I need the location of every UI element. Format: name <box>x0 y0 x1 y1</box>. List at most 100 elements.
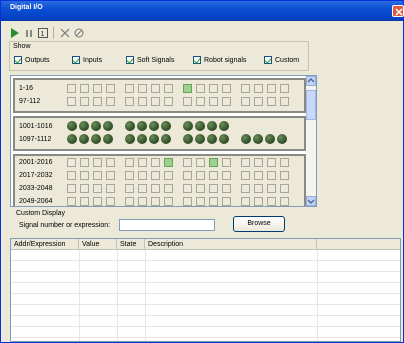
checkmark-icon[interactable] <box>72 56 80 64</box>
signal-cell[interactable] <box>164 84 173 93</box>
robot-signal-led[interactable] <box>149 121 159 131</box>
signal-cell[interactable] <box>183 84 192 93</box>
signal-cell[interactable] <box>80 197 89 206</box>
signal-cell[interactable] <box>138 184 147 193</box>
vertical-scrollbar[interactable] <box>306 76 316 206</box>
signal-cell[interactable] <box>125 97 134 106</box>
signal-cell[interactable] <box>106 158 115 167</box>
checkbox-soft-signals[interactable]: Soft Signals <box>126 56 174 66</box>
signal-cell[interactable] <box>106 184 115 193</box>
robot-signal-led[interactable] <box>91 121 101 131</box>
robot-signal-led[interactable] <box>241 134 251 144</box>
robot-signal-led[interactable] <box>79 121 89 131</box>
signal-cell[interactable] <box>138 84 147 93</box>
robot-signal-led[interactable] <box>103 134 113 144</box>
scroll-down-button[interactable] <box>306 196 316 206</box>
column-header-addr[interactable]: Addr/Expression <box>11 239 79 250</box>
column-header-value[interactable]: Value <box>79 239 117 250</box>
checkmark-icon[interactable] <box>14 56 22 64</box>
signal-cell[interactable] <box>280 84 289 93</box>
robot-signal-led[interactable] <box>265 134 275 144</box>
signal-scroll-area[interactable]: 1-16 97-112 1001-1016 1097-1112 2001-2016 2… <box>10 75 317 207</box>
checkbox-custom[interactable]: Custom <box>264 56 299 66</box>
signal-cell[interactable] <box>209 184 218 193</box>
signal-cell[interactable] <box>222 171 231 180</box>
signal-cell[interactable] <box>267 184 276 193</box>
robot-signal-led[interactable] <box>253 134 263 144</box>
signal-cell[interactable] <box>138 171 147 180</box>
signal-cell[interactable] <box>80 184 89 193</box>
robot-signal-led[interactable] <box>161 121 171 131</box>
signal-cell[interactable] <box>93 184 102 193</box>
signal-cell[interactable] <box>151 184 160 193</box>
robot-signal-led[interactable] <box>125 121 135 131</box>
robot-signal-led[interactable] <box>207 134 217 144</box>
signal-cell[interactable] <box>267 171 276 180</box>
robot-signal-led[interactable] <box>161 134 171 144</box>
signal-cell[interactable] <box>267 97 276 106</box>
signal-cell[interactable] <box>254 158 263 167</box>
robot-signal-led[interactable] <box>219 134 229 144</box>
signal-cell[interactable] <box>125 184 134 193</box>
signal-cell[interactable] <box>67 158 76 167</box>
table-body[interactable] <box>11 250 400 341</box>
signal-cell[interactable] <box>241 97 250 106</box>
robot-signal-led[interactable] <box>125 134 135 144</box>
signal-cell[interactable] <box>209 197 218 206</box>
signal-cell[interactable] <box>254 84 263 93</box>
checkbox-robot-signals[interactable]: Robot signals <box>193 56 246 66</box>
signal-cell[interactable] <box>106 84 115 93</box>
signal-cell[interactable] <box>196 84 205 93</box>
signal-cell[interactable] <box>80 158 89 167</box>
signal-table[interactable]: Addr/Expression Value State Description <box>10 238 401 342</box>
signal-cell[interactable] <box>164 171 173 180</box>
robot-signal-led[interactable] <box>149 134 159 144</box>
signal-cell[interactable] <box>93 171 102 180</box>
signal-cell[interactable] <box>93 158 102 167</box>
signal-cell[interactable] <box>254 197 263 206</box>
signal-cell[interactable] <box>209 158 218 167</box>
signal-cell[interactable] <box>280 97 289 106</box>
robot-signal-led[interactable] <box>91 134 101 144</box>
checkbox-outputs[interactable]: Outputs <box>14 56 50 66</box>
signal-cell[interactable] <box>67 84 76 93</box>
robot-signal-led[interactable] <box>207 121 217 131</box>
signal-cell[interactable] <box>241 184 250 193</box>
robot-signal-led[interactable] <box>195 121 205 131</box>
signal-cell[interactable] <box>138 97 147 106</box>
robot-signal-led[interactable] <box>67 134 77 144</box>
signal-cell[interactable] <box>67 97 76 106</box>
robot-signal-led[interactable] <box>277 134 287 144</box>
signal-cell[interactable] <box>209 97 218 106</box>
checkmark-icon[interactable] <box>264 56 272 64</box>
signal-cell[interactable] <box>222 197 231 206</box>
title-bar[interactable]: Digital I/O <box>1 1 404 21</box>
robot-signal-led[interactable] <box>103 121 113 131</box>
signal-cell[interactable] <box>183 97 192 106</box>
signal-cell[interactable] <box>106 197 115 206</box>
signal-cell[interactable] <box>267 197 276 206</box>
step-button[interactable]: 1 <box>37 27 49 39</box>
browse-button[interactable]: Browse <box>233 216 285 232</box>
signal-cell[interactable] <box>164 97 173 106</box>
robot-signal-led[interactable] <box>137 134 147 144</box>
signal-cell[interactable] <box>151 171 160 180</box>
clear-button[interactable] <box>59 27 71 39</box>
play-button[interactable] <box>9 27 21 39</box>
signal-cell[interactable] <box>151 197 160 206</box>
signal-cell[interactable] <box>209 84 218 93</box>
signal-cell[interactable] <box>125 197 134 206</box>
signal-cell[interactable] <box>151 84 160 93</box>
signal-cell[interactable] <box>241 171 250 180</box>
signal-cell[interactable] <box>183 184 192 193</box>
signal-cell[interactable] <box>138 158 147 167</box>
signal-cell[interactable] <box>267 158 276 167</box>
signal-cell[interactable] <box>241 158 250 167</box>
signal-cell[interactable] <box>241 84 250 93</box>
signal-cell[interactable] <box>80 84 89 93</box>
signal-cell[interactable] <box>106 171 115 180</box>
signal-cell[interactable] <box>67 197 76 206</box>
signal-cell[interactable] <box>254 97 263 106</box>
column-header-state[interactable]: State <box>117 239 145 250</box>
signal-cell[interactable] <box>164 158 173 167</box>
